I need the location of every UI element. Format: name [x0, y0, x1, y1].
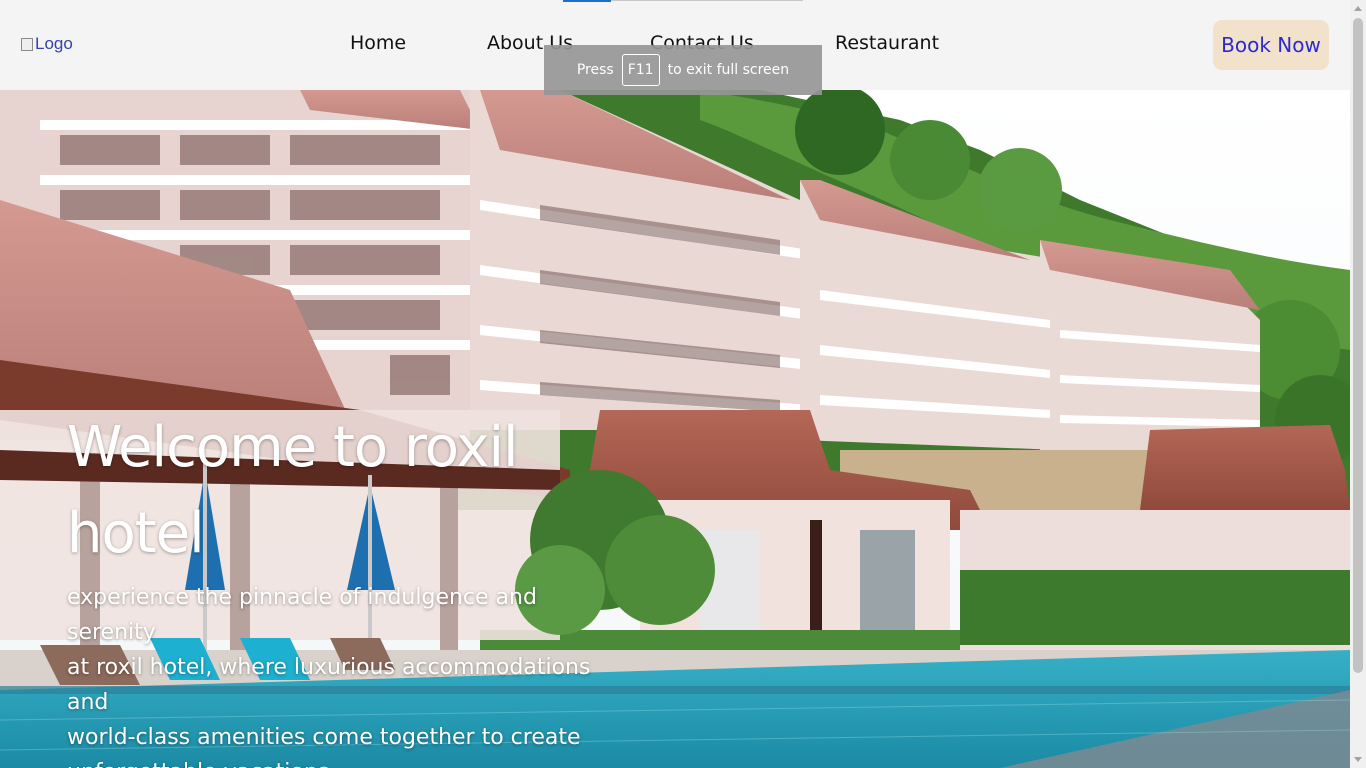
- scroll-down-arrow-icon[interactable]: [1354, 757, 1362, 762]
- hero-title: Welcome to roxil hotel: [67, 405, 587, 577]
- logo-alt-text: Logo: [35, 34, 73, 53]
- hero-subtitle-line: unforgettable vacations: [67, 755, 637, 768]
- nav-home[interactable]: Home: [350, 32, 406, 54]
- nav-restaurant[interactable]: Restaurant: [835, 32, 939, 54]
- logo[interactable]: Logo: [20, 34, 73, 54]
- broken-image-icon: [20, 37, 34, 51]
- scrollbar-thumb[interactable]: [1353, 18, 1363, 673]
- hero-subtitle: experience the pinnacle of indulgence an…: [67, 580, 637, 768]
- hero-subtitle-line: world-class amenities come together to c…: [67, 725, 581, 750]
- hero-section: Welcome to roxil hotel experience the pi…: [0, 90, 1350, 768]
- vertical-scrollbar[interactable]: [1350, 0, 1366, 768]
- tab-indicator-track: [611, 0, 803, 1]
- hero-subtitle-line: serenity: [67, 620, 156, 645]
- book-now-button[interactable]: Book Now: [1213, 20, 1329, 70]
- fullscreen-notice: Press F11 to exit full screen: [544, 45, 822, 95]
- hero-subtitle-line: and: [67, 690, 109, 715]
- hero-title-line2: hotel: [67, 501, 205, 566]
- tab-indicator: [563, 0, 611, 2]
- hero-title-line1: Welcome to roxil: [67, 415, 519, 480]
- scroll-up-arrow-icon[interactable]: [1354, 6, 1362, 11]
- fullscreen-notice-suffix: to exit full screen: [667, 62, 790, 78]
- f11-key: F11: [621, 54, 660, 86]
- fullscreen-notice-press: Press: [576, 62, 614, 78]
- page: Welcome to roxil hotel experience the pi…: [0, 0, 1366, 768]
- hero-subtitle-line: at roxil hotel, where luxurious accommod…: [67, 655, 591, 680]
- hero-subtitle-line: experience the pinnacle of indulgence an…: [67, 585, 537, 610]
